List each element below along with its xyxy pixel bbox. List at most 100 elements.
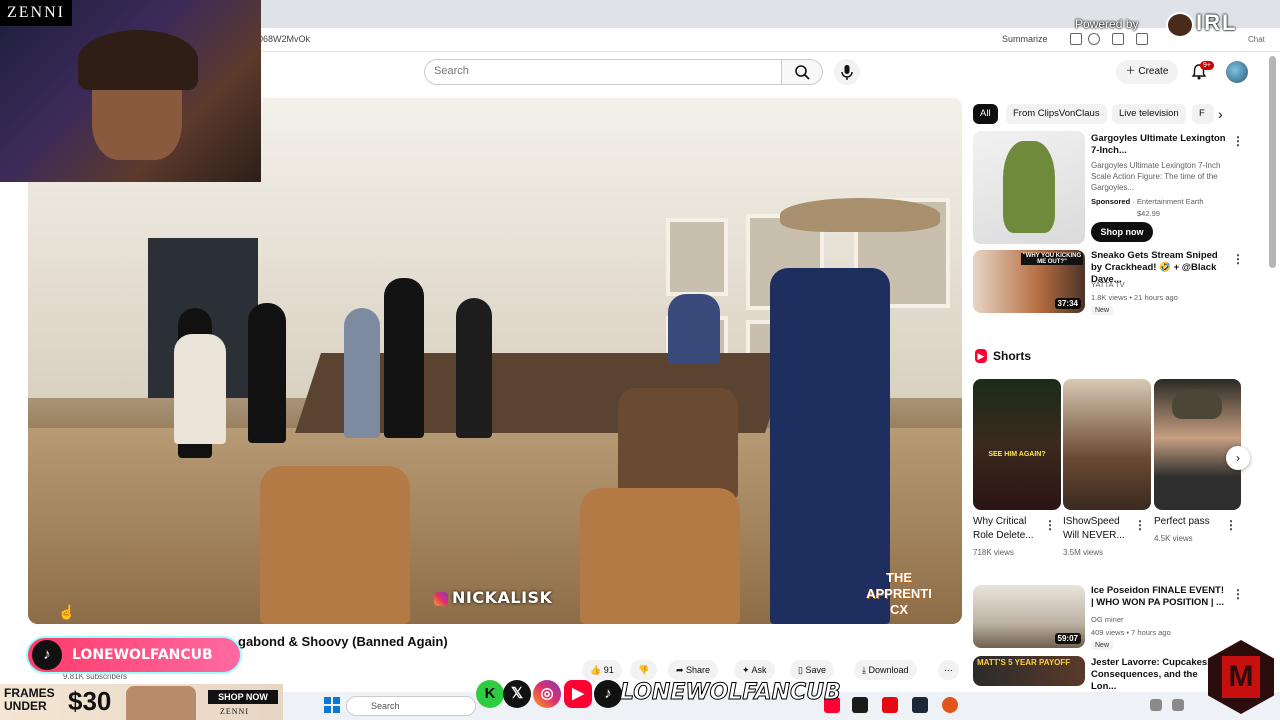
thumbs-up-icon: 👍 (590, 665, 604, 675)
taskbar-search[interactable]: Search (346, 696, 476, 716)
summarize-button[interactable]: Summarize (1002, 34, 1048, 44)
logo-line-1: THE (886, 570, 912, 585)
search-placeholder: Search (434, 65, 469, 77)
video-scene-chair (260, 466, 410, 624)
short-thumbnail-beanie (1172, 389, 1222, 419)
obs-taskbar-icon[interactable] (942, 697, 958, 713)
more-horizontal-icon: ⋯ (944, 665, 953, 675)
ad-price: $30 (68, 686, 112, 716)
video-channel-logo: THE APPRENTI CX (866, 570, 932, 617)
webcam-hair (78, 30, 198, 90)
tray-icon[interactable] (1150, 699, 1162, 711)
shorts-heading: Shorts (993, 349, 1032, 363)
netflix-taskbar-icon[interactable] (882, 697, 898, 713)
rec-new-badge: New (1091, 641, 1114, 650)
chips-next-chevron-icon[interactable]: › (1218, 106, 1223, 122)
logo-line-2: APPRENTI (866, 586, 932, 601)
search-icon (795, 65, 810, 80)
video-scene-frame (666, 218, 728, 296)
chip-from-channel[interactable]: From ClipsVonClaus (1006, 104, 1107, 124)
dislike-button[interactable]: 👎 (630, 660, 658, 680)
channel-m-letter: M (1222, 656, 1260, 698)
rec-more-icon[interactable]: ⋮ (1232, 587, 1244, 601)
ad-model-photo (126, 686, 196, 720)
rec-thumbnail[interactable]: "WHY YOU KICKING ME OUT?" 37:34 (973, 250, 1085, 313)
video-scene-person (174, 334, 226, 444)
tiktok-icon: ♪ (32, 640, 62, 670)
video-scene-hat (780, 198, 940, 232)
sparkle-icon: ✦ (742, 665, 752, 675)
search-button[interactable] (781, 59, 823, 85)
zenni-logo: ZENNI (0, 0, 72, 26)
rec-channel[interactable]: YATTA TV (1091, 280, 1125, 289)
rec-channel[interactable]: OG miner (1091, 615, 1124, 624)
account-avatar[interactable] (1226, 61, 1248, 83)
bookmark-star-icon[interactable] (1088, 33, 1100, 45)
shop-now-button[interactable]: Shop now (1091, 222, 1153, 242)
rec-title[interactable]: Ice Poseidon FINALE EVENT! | WHO WON PA … (1091, 585, 1227, 609)
chat-button[interactable]: Chat (1248, 35, 1265, 44)
share-button[interactable]: ➦ Share (668, 660, 719, 680)
reload-icon[interactable] (1136, 33, 1148, 45)
ad-sponsored-label: Sponsored (1091, 197, 1131, 206)
windows-start-icon[interactable] (324, 697, 340, 713)
create-label: Create (1138, 66, 1169, 77)
extensions-puzzle-icon[interactable] (1112, 33, 1124, 45)
short-title[interactable]: Perfect pass (1154, 515, 1220, 529)
short-more-icon[interactable]: ⋮ (1225, 518, 1237, 532)
steam-taskbar-icon[interactable] (912, 697, 928, 713)
rec-more-icon[interactable]: ⋮ (1232, 252, 1244, 266)
mouse-cursor-icon: ☝ (58, 604, 76, 620)
download-button[interactable]: ⤓ Download (854, 660, 917, 680)
rec-thumbnail[interactable]: MATT'S 5 YEAR PAYOFF (973, 656, 1085, 686)
extension-icon[interactable] (1070, 33, 1082, 45)
create-button[interactable]: ＋ Create (1116, 60, 1178, 84)
bear-mascot-icon (1166, 12, 1194, 38)
page-scrollbar[interactable] (1269, 56, 1276, 268)
ad-advertiser: Entertainment Earth (1136, 197, 1204, 206)
ad-title[interactable]: Gargoyles Ultimate Lexington 7-Inch... (1091, 133, 1229, 157)
chip-all[interactable]: All (973, 104, 998, 124)
tray-icon[interactable] (1172, 699, 1184, 711)
video-scene-person (384, 278, 424, 438)
microphone-icon (841, 65, 853, 80)
share-label: Share (686, 665, 711, 675)
short-thumbnail[interactable]: SEE HIM AGAIN? (973, 379, 1061, 510)
ask-button[interactable]: ✦ Ask (734, 660, 775, 680)
ad-more-icon[interactable]: ⋮ (1232, 134, 1244, 148)
save-button[interactable]: ▯ Save (790, 660, 834, 680)
more-actions-button[interactable]: ⋯ (938, 660, 959, 680)
rec-title[interactable]: Jester Lavorre: Cupcakes, Consequences, … (1091, 657, 1211, 693)
short-title[interactable]: Why Critical Role Delete... (973, 515, 1035, 543)
short-more-icon[interactable]: ⋮ (1044, 518, 1056, 532)
rec-thumbnail[interactable]: 59:07 (973, 585, 1085, 648)
ad-thumbnail[interactable] (973, 131, 1085, 244)
short-views: 718K views (973, 548, 1014, 557)
ad-frames-line2: UNDER (4, 699, 47, 713)
voice-search-button[interactable] (834, 59, 860, 85)
short-title[interactable]: IShowSpeed Will NEVER... (1063, 515, 1129, 543)
video-scene-person (344, 308, 380, 438)
instagram-icon (434, 592, 448, 606)
like-button[interactable]: 👍 91 (582, 660, 622, 680)
rec-thumbnail-caption: "WHY YOU KICKING ME OUT?" (1021, 253, 1083, 265)
address-url[interactable]: 068W2MvOk (258, 34, 310, 44)
rec-new-badge: New (1091, 306, 1114, 315)
short-thumbnail-caption: SEE HIM AGAIN? (988, 451, 1046, 458)
rec-thumbnail-caption: MATT'S 5 YEAR PAYOFF (977, 658, 1071, 667)
app-taskbar-icon[interactable] (852, 697, 868, 713)
chip-live-television[interactable]: Live television (1112, 104, 1186, 124)
ad-price: $42.99 (1137, 209, 1160, 218)
rec-duration: 37:34 (1054, 298, 1081, 309)
shorts-next-chevron-icon[interactable]: › (1226, 446, 1250, 470)
search-input[interactable] (424, 59, 782, 85)
short-more-icon[interactable]: ⋮ (1134, 518, 1146, 532)
powered-by-label: Powered by (1075, 17, 1139, 31)
short-thumbnail[interactable] (1063, 379, 1151, 510)
short-thumbnail[interactable] (1154, 379, 1241, 510)
rec-meta: 1.8K views • 21 hours ago (1091, 293, 1178, 302)
irl-logo: IRL (1196, 10, 1238, 35)
ad-frames-text: FRAMES UNDER (4, 687, 55, 713)
chip-more[interactable]: F (1192, 104, 1214, 124)
short-views: 4.5K views (1154, 534, 1193, 543)
